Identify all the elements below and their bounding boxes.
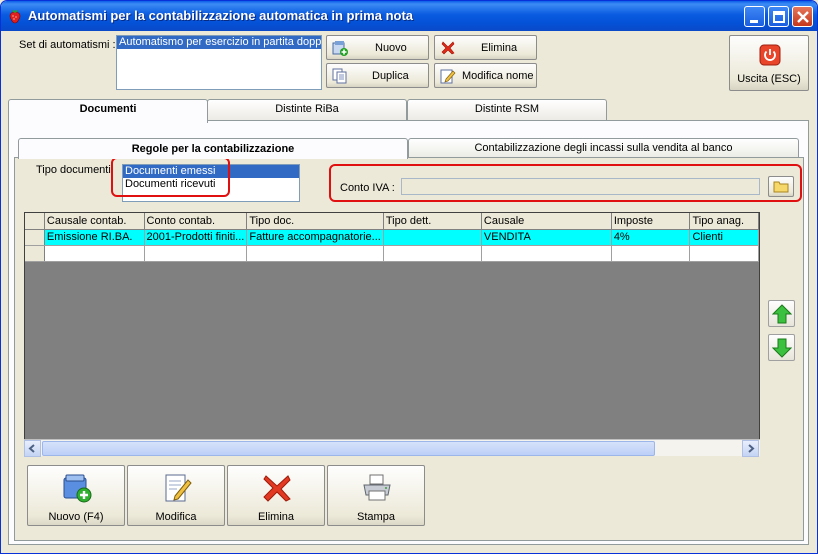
power-icon (759, 44, 781, 66)
set-automatismi-label: Set di automatismi : (19, 39, 116, 51)
modifica-button[interactable]: Modifica (127, 465, 225, 526)
stampa-button[interactable]: Stampa (327, 465, 425, 526)
minimize-icon (750, 20, 758, 23)
col-imposte[interactable]: Imposte (611, 213, 691, 230)
nuovo-label: Nuovo (375, 42, 407, 54)
delete-x-icon (263, 475, 291, 502)
delete-x-icon (441, 41, 455, 55)
elimina-record-label: Elimina (257, 511, 295, 523)
uscita-button[interactable]: Uscita (ESC) (729, 35, 809, 91)
duplica-label: Duplica (372, 70, 409, 82)
col-tipo-anag[interactable]: Tipo anag. (689, 213, 759, 230)
move-down-button[interactable] (768, 334, 795, 361)
cell-imposte[interactable]: 4% (611, 229, 691, 246)
set-automatismi-list[interactable]: Automatismo per esercizio in partita dop… (116, 35, 322, 90)
printer-icon (363, 474, 391, 501)
modifica-nome-label: Modifica nome (462, 70, 534, 82)
modifica-nome-button[interactable]: Modifica nome (434, 63, 537, 88)
strawberry-icon (9, 10, 21, 24)
cell-empty[interactable] (246, 245, 384, 262)
close-button[interactable] (792, 6, 813, 27)
elimina-record-button[interactable]: Elimina (227, 465, 325, 526)
new-record-icon (63, 474, 92, 503)
elimina-label: Elimina (481, 42, 518, 54)
col-causale[interactable]: Causale (481, 213, 612, 230)
row-indicator (25, 245, 45, 262)
subtab-regole[interactable]: Regole per la contabilizzazione (18, 138, 408, 159)
cell-empty[interactable] (689, 245, 759, 262)
arrow-down-icon (772, 338, 792, 358)
main-window: Automatismi per la contabilizzazione aut… (0, 0, 818, 554)
modifica-label: Modifica (155, 511, 197, 523)
chevron-right-icon (748, 444, 755, 453)
cell-causale[interactable]: VENDITA (481, 229, 612, 246)
table-row[interactable]: Emissione RI.BA. 2001-Prodotti finiti...… (25, 229, 759, 246)
list-item[interactable]: Automatismo per esercizio in partita dop… (117, 36, 321, 49)
cell-empty[interactable] (611, 245, 691, 262)
edit-pencil-icon (440, 69, 456, 84)
tab-documenti[interactable]: Documenti (8, 99, 208, 123)
maximize-icon (773, 11, 785, 23)
edit-document-icon (165, 474, 192, 502)
new-document-icon (332, 41, 348, 56)
col-causale-contab[interactable]: Causale contab. (44, 213, 145, 230)
move-up-button[interactable] (768, 300, 795, 327)
maximize-button[interactable] (768, 6, 789, 27)
cell-empty[interactable] (383, 245, 482, 262)
cell-tipo-doc[interactable]: Fatture accompagnatorie... (246, 229, 384, 246)
cell-conto-contab[interactable]: 2001-Prodotti finiti... (144, 229, 248, 246)
nuovo-f4-label: Nuovo (F4) (48, 511, 104, 523)
scroll-right-button[interactable] (742, 440, 759, 457)
regole-grid[interactable]: Causale contab. Conto contab. Tipo doc. … (24, 212, 760, 454)
title-bar[interactable]: Automatismi per la contabilizzazione aut… (1, 1, 817, 31)
nuovo-button[interactable]: Nuovo (326, 35, 429, 60)
horizontal-scrollbar[interactable] (24, 439, 760, 457)
row-indicator (25, 229, 45, 246)
table-row-new[interactable] (25, 245, 759, 262)
col-conto-contab[interactable]: Conto contab. (144, 213, 248, 230)
tab-distinte-riba[interactable]: Distinte RiBa (207, 99, 407, 120)
subtab-incassi-banco[interactable]: Contabilizzazione degli incassi sulla ve… (408, 138, 799, 158)
cell-empty[interactable] (481, 245, 612, 262)
cell-tipo-dett[interactable] (383, 229, 482, 246)
highlight-tipo-documenti (111, 157, 230, 197)
uscita-label: Uscita (ESC) (737, 73, 801, 85)
stampa-label: Stampa (357, 511, 395, 523)
scroll-thumb[interactable] (42, 441, 655, 456)
col-tipo-doc[interactable]: Tipo doc. (246, 213, 384, 230)
window-title: Automatismi per la contabilizzazione aut… (28, 8, 414, 23)
tipo-documenti-label: Tipo documenti (36, 164, 111, 176)
chevron-left-icon (28, 444, 35, 453)
nuovo-f4-button[interactable]: Nuovo (F4) (27, 465, 125, 526)
highlight-conto-iva (329, 164, 802, 202)
elimina-button[interactable]: Elimina (434, 35, 537, 60)
cell-tipo-anag[interactable]: Clienti (689, 229, 759, 246)
scroll-left-button[interactable] (24, 440, 41, 457)
duplica-button[interactable]: Duplica (326, 63, 429, 88)
duplicate-icon (332, 68, 347, 84)
cell-empty[interactable] (44, 245, 145, 262)
close-icon (797, 11, 809, 23)
cell-causale-contab[interactable]: Emissione RI.BA. (44, 229, 145, 246)
arrow-up-icon (772, 304, 792, 324)
tab-distinte-rsm[interactable]: Distinte RSM (407, 99, 607, 120)
row-indicator-header (25, 213, 45, 230)
col-tipo-dett[interactable]: Tipo dett. (383, 213, 482, 230)
minimize-button[interactable] (744, 6, 765, 27)
cell-empty[interactable] (144, 245, 248, 262)
